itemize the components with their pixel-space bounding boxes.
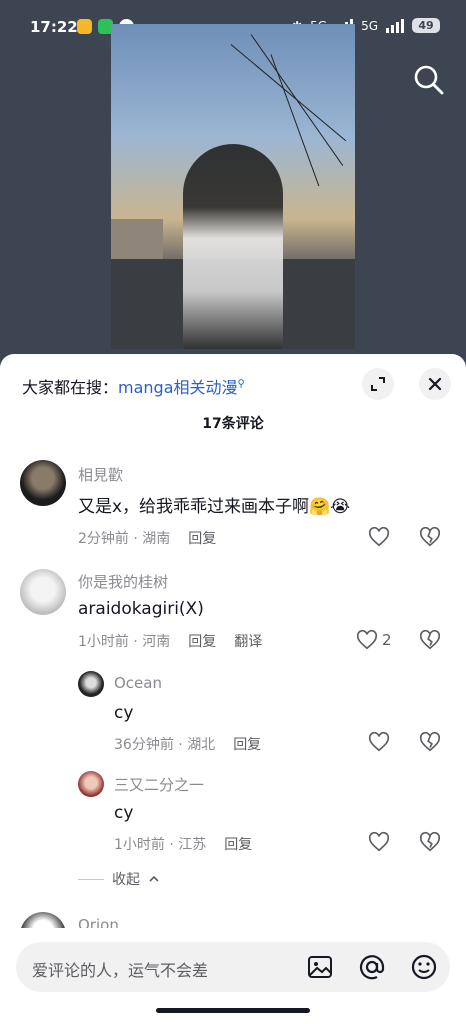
comment-region: 河南	[142, 634, 171, 650]
signal-icon	[386, 18, 404, 33]
divider	[78, 878, 104, 880]
reply-meta: 36分钟前 · 湖北 回复	[114, 737, 262, 753]
like-button[interactable]	[368, 526, 390, 548]
like-count: 2	[382, 631, 392, 649]
broken-heart-icon	[419, 526, 441, 547]
heart-icon	[368, 831, 390, 852]
reply-button[interactable]: 回复	[224, 837, 252, 853]
video-frame[interactable]	[111, 24, 355, 349]
like-button[interactable]	[368, 731, 390, 753]
broken-heart-icon	[419, 731, 441, 752]
comment-text: araidokagiri(X)	[78, 599, 204, 619]
character-illustration	[183, 144, 283, 349]
clock: 17:22	[30, 18, 78, 36]
chevron-up-icon	[149, 875, 159, 882]
comment-meta: 2分钟前 · 湖南 回复	[78, 531, 217, 547]
expand-icon	[371, 377, 385, 391]
collapse-replies-button[interactable]: 收起	[78, 869, 160, 889]
reply-username[interactable]: 三又二分之一	[114, 774, 204, 795]
translate-button[interactable]: 翻译	[234, 634, 262, 650]
broken-heart-icon	[419, 629, 441, 650]
collapse-label: 收起	[112, 872, 140, 888]
dislike-button[interactable]	[419, 526, 441, 548]
hot-search-bar[interactable]: 大家都在搜：manga相关动漫⚲	[22, 374, 245, 398]
network-label-2: 5G	[361, 18, 378, 33]
avatar[interactable]	[20, 569, 66, 615]
emoji-icon[interactable]	[410, 953, 438, 981]
like-button[interactable]	[368, 831, 390, 853]
reply-button[interactable]: 回复	[188, 634, 216, 650]
comments-count-title: 17条评论	[202, 416, 264, 432]
heart-icon	[368, 731, 390, 752]
comment-username[interactable]: 相見歡	[78, 464, 123, 485]
reply-button[interactable]: 回复	[188, 531, 216, 547]
search-icon[interactable]	[412, 63, 446, 97]
dislike-button[interactable]	[419, 731, 441, 753]
dislike-button[interactable]	[419, 831, 441, 853]
heart-icon	[356, 629, 378, 650]
reply-meta: 1小时前 · 江苏 回复	[114, 837, 253, 853]
dislike-button[interactable]	[419, 629, 441, 651]
mention-icon[interactable]	[358, 953, 386, 981]
reply-time: 36分钟前	[114, 737, 174, 753]
close-button[interactable]	[419, 368, 451, 400]
comment-meta: 1小时前 · 河南 回复 翻译	[78, 634, 263, 650]
comment-input-placeholder: 爱评论的人，运气不会差	[32, 961, 209, 980]
comment-region: 湖南	[142, 531, 171, 547]
image-icon[interactable]	[306, 953, 334, 981]
reply-button[interactable]: 回复	[233, 737, 261, 753]
avatar[interactable]	[20, 460, 66, 506]
reply-region: 江苏	[178, 837, 207, 853]
avatar[interactable]	[78, 771, 104, 797]
battery-icon: 49	[412, 18, 440, 33]
hot-search-prefix: 大家都在搜：	[22, 378, 119, 397]
reply-text: cy	[114, 803, 134, 823]
comment-text: 又是x，给我乖乖过来画本子啊🤗😭	[78, 497, 351, 517]
reply-region: 湖北	[187, 737, 216, 753]
broken-heart-icon	[419, 831, 441, 852]
like-button[interactable]: 2	[356, 629, 392, 651]
heart-icon	[368, 526, 390, 547]
avatar[interactable]	[78, 671, 104, 697]
comment-input[interactable]: 爱评论的人，运气不会差	[16, 942, 450, 992]
notes-app-icon	[77, 19, 92, 34]
close-icon	[428, 377, 442, 391]
hot-search-keyword[interactable]: manga相关动漫	[118, 378, 238, 397]
reply-text: cy	[114, 703, 134, 723]
expand-button[interactable]	[362, 368, 394, 400]
home-indicator[interactable]	[156, 1008, 310, 1013]
reply-time: 1小时前	[114, 837, 165, 853]
reply-username[interactable]: Ocean	[114, 674, 162, 692]
comment-username[interactable]: 你是我的桂树	[78, 571, 168, 592]
comment-sheet: 大家都在搜：manga相关动漫⚲ 17条评论 相見歡 又是x，给我乖乖过来画本子…	[0, 354, 466, 1024]
comment-time: 2分钟前	[78, 531, 129, 547]
comment-time: 1小时前	[78, 634, 129, 650]
search-small-icon: ⚲	[237, 378, 245, 390]
